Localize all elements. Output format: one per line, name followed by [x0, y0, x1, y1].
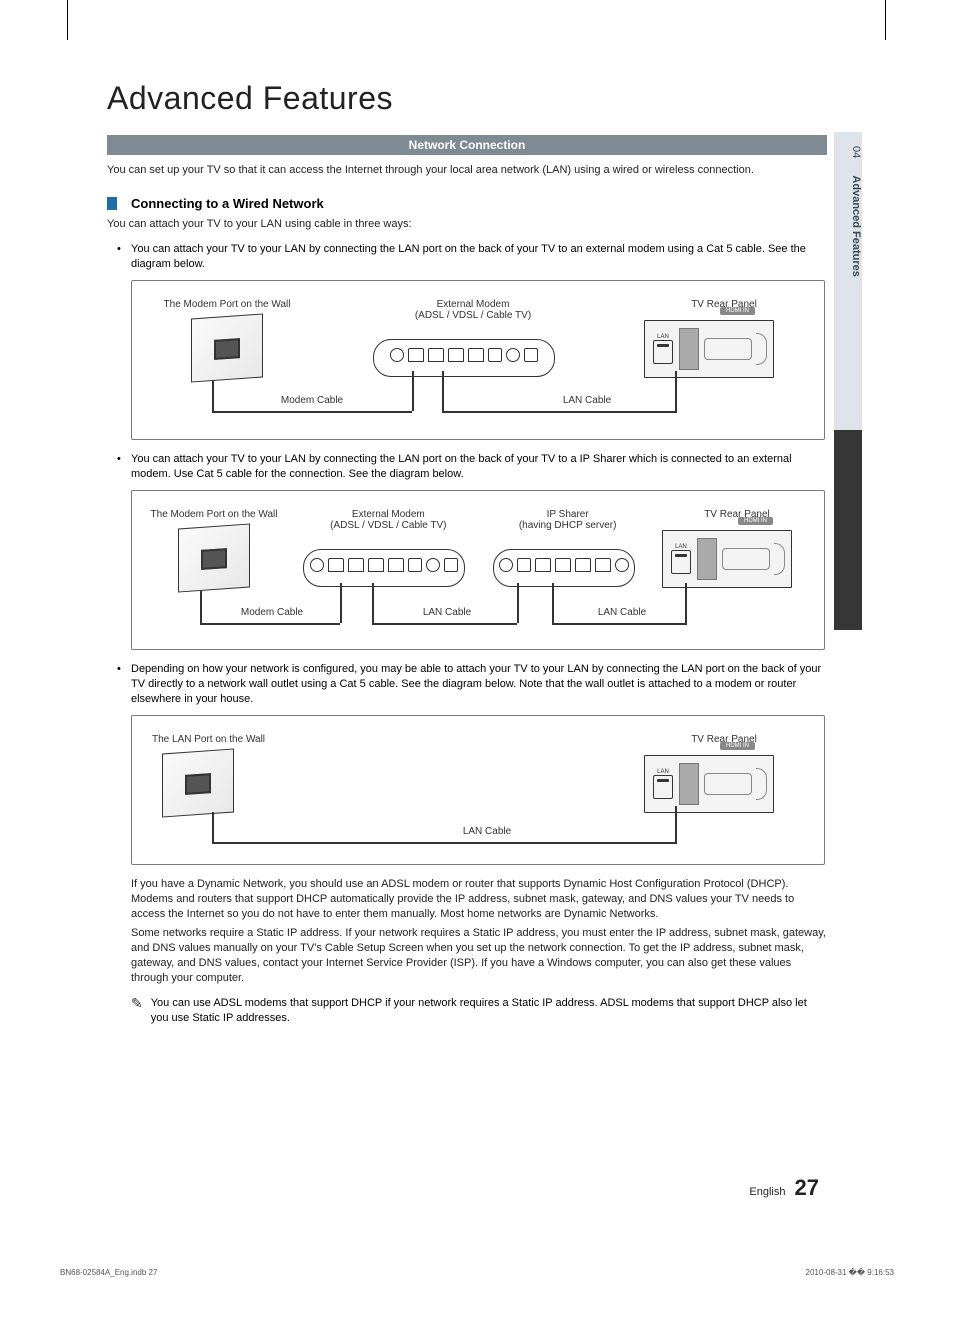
d2-tv-label: TV Rear Panel	[662, 509, 812, 520]
tv-rear-panel-icon: HDMI IN LAN	[662, 530, 792, 588]
d2-wall-label: The Modem Port on the Wall	[144, 509, 284, 520]
note-icon: ✎	[131, 996, 143, 1026]
bullet-3: Depending on how your network is configu…	[131, 662, 827, 707]
note-text: You can use ADSL modems that support DHC…	[151, 996, 827, 1026]
d2-modem-label2: (ADSL / VDSL / Cable TV)	[330, 520, 446, 531]
explain-para-2: Some networks require a Static IP addres…	[107, 926, 827, 986]
d2-cable3: LAN Cable	[598, 607, 646, 618]
tv-rear-panel-icon: HDMI IN LAN	[644, 320, 774, 378]
note: ✎ You can use ADSL modems that support D…	[107, 996, 827, 1026]
wall-port-icon	[178, 523, 250, 592]
d1-cable1: Modem Cable	[281, 395, 343, 406]
diagram-ip-sharer: The Modem Port on the Wall External Mode…	[131, 490, 825, 650]
subheading: Connecting to a Wired Network	[107, 196, 827, 211]
print-file: BN68-02584A_Eng.indb 27	[60, 1268, 157, 1277]
chapter-title: Advanced Features	[107, 80, 827, 117]
bullet-2: You can attach your TV to your LAN by co…	[131, 452, 827, 482]
d1-wall-label: The Modem Port on the Wall	[152, 299, 302, 310]
wall-port-icon	[162, 748, 234, 817]
d2-sharer-label2: (having DHCP server)	[519, 520, 617, 531]
d3-cable1: LAN Cable	[463, 826, 511, 837]
d2-sharer-label1: IP Sharer	[547, 509, 589, 520]
diagram-modem-direct: The Modem Port on the Wall External Mode…	[131, 280, 825, 440]
footer-page-number: 27	[795, 1175, 819, 1200]
ip-sharer-icon	[493, 549, 635, 587]
d2-cable1: Modem Cable	[241, 607, 303, 618]
footer-lang: English	[749, 1186, 785, 1198]
modem-icon	[303, 549, 465, 587]
intro-text: You can set up your TV so that it can ac…	[107, 163, 827, 178]
section-header: Network Connection	[107, 135, 827, 155]
tv-rear-panel-icon: HDMI IN LAN	[644, 755, 774, 813]
bullet-1: You can attach your TV to your LAN by co…	[131, 242, 827, 272]
d3-wall-label: The LAN Port on the Wall	[152, 734, 332, 745]
modem-icon	[373, 339, 555, 377]
d2-cable2: LAN Cable	[423, 607, 471, 618]
wall-port-icon	[191, 313, 263, 382]
lead-in-text: You can attach your TV to your LAN using…	[107, 217, 827, 232]
d1-modem-label1: External Modem	[437, 299, 510, 310]
diagram-wall-direct: The LAN Port on the Wall TV Rear Panel H…	[131, 715, 825, 865]
d2-modem-label1: External Modem	[352, 509, 425, 520]
print-date: 2010-08-31 �� 9:16:53	[806, 1268, 894, 1277]
explain-para-1: If you have a Dynamic Network, you shoul…	[107, 877, 827, 922]
page-footer: English 27	[749, 1175, 819, 1201]
print-footer: BN68-02584A_Eng.indb 27 2010-08-31 �� 9:…	[60, 1268, 894, 1277]
d1-cable2: LAN Cable	[563, 395, 611, 406]
d1-modem-label2: (ADSL / VDSL / Cable TV)	[415, 310, 531, 321]
